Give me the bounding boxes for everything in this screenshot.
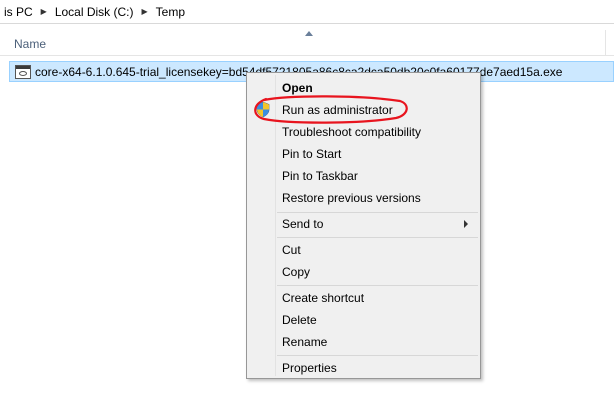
breadcrumb: is PC ▶ Local Disk (C:) ▶ Temp xyxy=(0,0,614,24)
column-divider[interactable] xyxy=(605,30,606,56)
uac-shield-icon xyxy=(256,101,270,118)
sort-ascending-icon xyxy=(305,31,313,36)
menu-item-restore-previous-versions[interactable]: Restore previous versions xyxy=(249,187,478,209)
column-header-name[interactable]: Name xyxy=(14,37,46,51)
chevron-right-icon[interactable]: ▶ xyxy=(136,7,152,16)
exe-file-icon xyxy=(15,64,31,79)
menu-item-delete[interactable]: Delete xyxy=(249,309,478,331)
menu-item-send-to[interactable]: Send to xyxy=(249,213,478,235)
menu-item-copy[interactable]: Copy xyxy=(249,261,478,283)
menu-item-open[interactable]: Open xyxy=(249,77,478,99)
breadcrumb-temp[interactable]: Temp xyxy=(152,5,187,19)
menu-item-troubleshoot-compatibility[interactable]: Troubleshoot compatibility xyxy=(249,121,478,143)
menu-separator xyxy=(277,355,478,356)
menu-item-properties[interactable]: Properties xyxy=(249,357,478,379)
menu-separator xyxy=(277,237,478,238)
breadcrumb-this-pc[interactable]: is PC xyxy=(0,5,35,19)
chevron-right-icon xyxy=(464,220,468,228)
breadcrumb-local-disk[interactable]: Local Disk (C:) xyxy=(51,5,136,19)
menu-item-create-shortcut[interactable]: Create shortcut xyxy=(249,287,478,309)
menu-item-rename[interactable]: Rename xyxy=(249,331,478,353)
menu-item-cut[interactable]: Cut xyxy=(249,239,478,261)
menu-item-run-as-administrator[interactable]: Run as administrator xyxy=(249,99,478,121)
context-menu: Open Run as administrator Troubleshoot c… xyxy=(246,72,481,379)
chevron-right-icon[interactable]: ▶ xyxy=(35,7,51,16)
menu-separator xyxy=(277,285,478,286)
menu-item-pin-to-taskbar[interactable]: Pin to Taskbar xyxy=(249,165,478,187)
menu-item-pin-to-start[interactable]: Pin to Start xyxy=(249,143,478,165)
